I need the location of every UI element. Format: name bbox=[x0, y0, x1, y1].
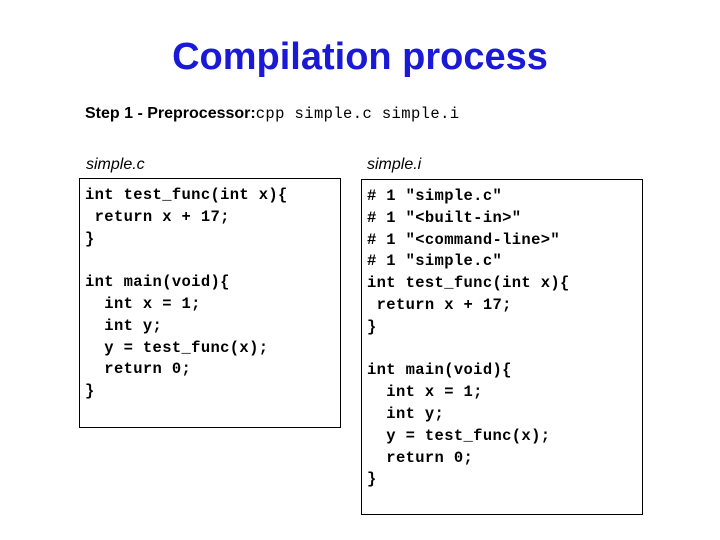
code-line: # 1 "<command-line>" bbox=[367, 230, 561, 249]
code-line: } bbox=[85, 382, 95, 401]
output-code-box: # 1 "simple.c" # 1 "<built-in>" # 1 "<comm… bbox=[361, 179, 643, 515]
code-line: return x + 17; bbox=[85, 207, 230, 226]
code-line: # 1 "simple.c" bbox=[367, 252, 503, 271]
source-file-label: simple.c bbox=[86, 156, 145, 173]
code-line: int y; bbox=[367, 404, 445, 423]
code-line: } bbox=[367, 317, 377, 336]
output-file-label: simple.i bbox=[367, 156, 422, 173]
code-line: y = test_func(x); bbox=[367, 426, 551, 445]
source-code-lines: int test_func(int x){ return x + 17;} in… bbox=[80, 179, 340, 403]
step-label: Step 1 - Preprocessor: bbox=[85, 105, 256, 122]
code-line: y = test_func(x); bbox=[85, 338, 269, 357]
source-code-box: int test_func(int x){ return x + 17;} in… bbox=[79, 178, 341, 428]
step-command: cpp simple.c simple.i bbox=[255, 105, 460, 123]
code-line: return 0; bbox=[367, 448, 474, 467]
code-line: int test_func(int x){ bbox=[85, 186, 288, 204]
output-code-lines: # 1 "simple.c" # 1 "<built-in>" # 1 "<comm… bbox=[362, 180, 642, 491]
code-line: int y; bbox=[85, 316, 163, 335]
code-line: int main(void){ bbox=[367, 361, 512, 380]
code-line: } bbox=[85, 229, 95, 248]
step-description: Step 1 - Preprocessor:cpp simple.c simpl… bbox=[85, 105, 459, 123]
code-line: return 0; bbox=[85, 360, 192, 379]
code-line: } bbox=[367, 470, 377, 489]
code-line: return x + 17; bbox=[367, 295, 512, 314]
code-line: int x = 1; bbox=[85, 294, 201, 313]
code-line: int main(void){ bbox=[85, 273, 230, 292]
code-line: int test_func(int x){ bbox=[367, 274, 570, 293]
page-title: Compilation process bbox=[172, 36, 548, 78]
code-line: # 1 "simple.c" bbox=[367, 187, 503, 205]
code-line: # 1 "<built-in>" bbox=[367, 208, 522, 227]
code-line: int x = 1; bbox=[367, 383, 483, 402]
slide-canvas: Compilation process Step 1 - Preprocesso… bbox=[0, 0, 720, 540]
